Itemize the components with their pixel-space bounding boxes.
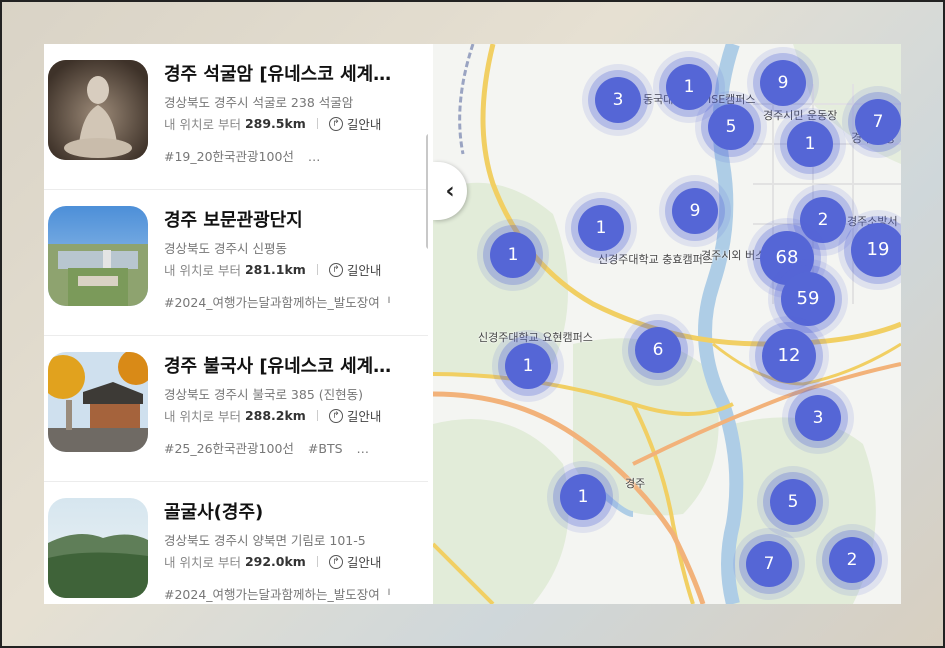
map-cluster-marker[interactable]: 3: [595, 77, 641, 123]
tag[interactable]: #25_26한국관광100선: [164, 441, 294, 456]
directions-link[interactable]: 길안내: [347, 114, 382, 133]
map-cluster-marker[interactable]: 2: [829, 537, 875, 583]
map-cluster-marker[interactable]: 1: [578, 205, 624, 251]
distance-prefix: 내 위치로 부터: [164, 555, 241, 570]
map-cluster-marker[interactable]: 7: [746, 541, 792, 587]
map-cluster-marker[interactable]: 5: [708, 104, 754, 150]
place-title[interactable]: 경주 불국사 [유네스코 세계…: [164, 352, 414, 378]
place-address: 경상북도 경주시 석굴로 238 석굴암: [164, 95, 354, 110]
tag-list: #2024_여행가는달과함께하는_발도장여ᅵ: [164, 292, 404, 311]
map-cluster-marker[interactable]: 6: [635, 327, 681, 373]
divider: [316, 264, 318, 275]
map-cluster-marker[interactable]: 3: [795, 395, 841, 441]
directions-icon[interactable]: ↱: [328, 408, 343, 423]
directions-link[interactable]: 길안내: [347, 406, 382, 425]
distance-row: 내 위치로 부터 281.1km ↱ 길안내: [164, 260, 381, 279]
more-tags[interactable]: …: [308, 149, 321, 164]
map-label: 신경주대학교 충효캠퍼스: [598, 253, 713, 266]
place-thumbnail[interactable]: [48, 206, 148, 306]
map-cluster-marker[interactable]: 9: [672, 188, 718, 234]
tag-list: #25_26한국관광100선 #BTS …: [164, 438, 404, 457]
place-thumbnail[interactable]: [48, 498, 148, 598]
distance-row: 내 위치로 부터 288.2km ↱ 길안내: [164, 406, 381, 425]
place-title[interactable]: 경주 보문관광단지: [164, 206, 414, 232]
place-address: 경상북도 경주시 양북면 기림로 101-5: [164, 533, 366, 548]
content-panel: 경주 석굴암 [유네스코 세계… 경상북도 경주시 석굴로 238 석굴암 내 …: [44, 44, 901, 604]
distance-prefix: 내 위치로 부터: [164, 409, 241, 424]
map-cluster-marker[interactable]: 59: [781, 272, 835, 326]
list-scrollbar[interactable]: [426, 134, 428, 249]
divider: [316, 410, 318, 421]
map-cluster-marker[interactable]: 5: [770, 479, 816, 525]
map-cluster-marker[interactable]: 1: [505, 343, 551, 389]
map-cluster-marker[interactable]: 1: [787, 121, 833, 167]
map-cluster-marker[interactable]: 9: [760, 60, 806, 106]
chevron-left-icon: ‹: [445, 178, 455, 204]
list-item[interactable]: 경주 불국사 [유네스코 세계… 경상북도 경주시 불국로 385 (진현동) …: [44, 336, 428, 482]
distance-row: 내 위치로 부터 292.0km ↱ 길안내: [164, 552, 381, 571]
map-cluster-marker[interactable]: 1: [560, 474, 606, 520]
list-item[interactable]: 경주 석굴암 [유네스코 세계… 경상북도 경주시 석굴로 238 석굴암 내 …: [44, 44, 428, 190]
place-title[interactable]: 경주 석굴암 [유네스코 세계…: [164, 60, 414, 86]
distance-row: 내 위치로 부터 289.5km ↱ 길안내: [164, 114, 381, 133]
place-title[interactable]: 골굴사(경주): [164, 498, 414, 524]
directions-icon[interactable]: ↱: [328, 262, 343, 277]
place-thumbnail[interactable]: [48, 352, 148, 452]
map-cluster-marker[interactable]: 19: [851, 223, 901, 277]
distance-value: 281.1km: [244, 262, 306, 277]
map-cluster-marker[interactable]: 1: [490, 232, 536, 278]
distance-value: 288.2km: [244, 408, 306, 423]
distance-value: 292.0km: [244, 554, 306, 569]
tag-list: #2024_여행가는달과함께하는_발도장여ᅵ: [164, 584, 404, 603]
map-view[interactable]: ‹ 동국대학교 WISE캠퍼스 경주시민 운동장 경주시청 신경주대학교 충효캠…: [433, 44, 901, 604]
list-item[interactable]: 경주 보문관광단지 경상북도 경주시 신평동 내 위치로 부터 281.1km …: [44, 190, 428, 336]
map-cluster-marker[interactable]: 2: [800, 197, 846, 243]
directions-icon[interactable]: ↱: [328, 554, 343, 569]
tag[interactable]: #19_20한국관광100선: [164, 149, 294, 164]
map-label: 신경주대학교 요현캠퍼스: [478, 331, 593, 344]
map-cluster-marker[interactable]: 7: [855, 99, 901, 145]
directions-icon[interactable]: ↱: [328, 116, 343, 131]
distance-prefix: 내 위치로 부터: [164, 263, 241, 278]
place-list: 경주 석굴암 [유네스코 세계… 경상북도 경주시 석굴로 238 석굴암 내 …: [44, 44, 428, 604]
directions-link[interactable]: 길안내: [347, 552, 382, 571]
map-background: [433, 44, 901, 604]
place-thumbnail[interactable]: [48, 60, 148, 160]
more-tags[interactable]: …: [357, 441, 370, 456]
tag[interactable]: #BTS: [308, 441, 343, 456]
tag[interactable]: #2024_여행가는달과함께하는_발도장여ᅵ: [164, 587, 391, 602]
list-item[interactable]: 골굴사(경주) 경상북도 경주시 양북면 기림로 101-5 내 위치로 부터 …: [44, 482, 428, 604]
map-cluster-marker[interactable]: 12: [762, 329, 816, 383]
tag-list: #19_20한국관광100선 …: [164, 146, 404, 165]
place-address: 경상북도 경주시 신평동: [164, 241, 287, 256]
distance-prefix: 내 위치로 부터: [164, 117, 241, 132]
map-cluster-marker[interactable]: 1: [666, 64, 712, 110]
divider: [316, 556, 318, 567]
tag[interactable]: #2024_여행가는달과함께하는_발도장여ᅵ: [164, 295, 391, 310]
map-label: 경주: [625, 477, 646, 490]
distance-value: 289.5km: [244, 116, 306, 131]
place-address: 경상북도 경주시 불국로 385 (진현동): [164, 387, 364, 402]
directions-link[interactable]: 길안내: [347, 260, 382, 279]
divider: [316, 118, 318, 129]
map-label: 경주시민 운동장: [763, 109, 838, 122]
